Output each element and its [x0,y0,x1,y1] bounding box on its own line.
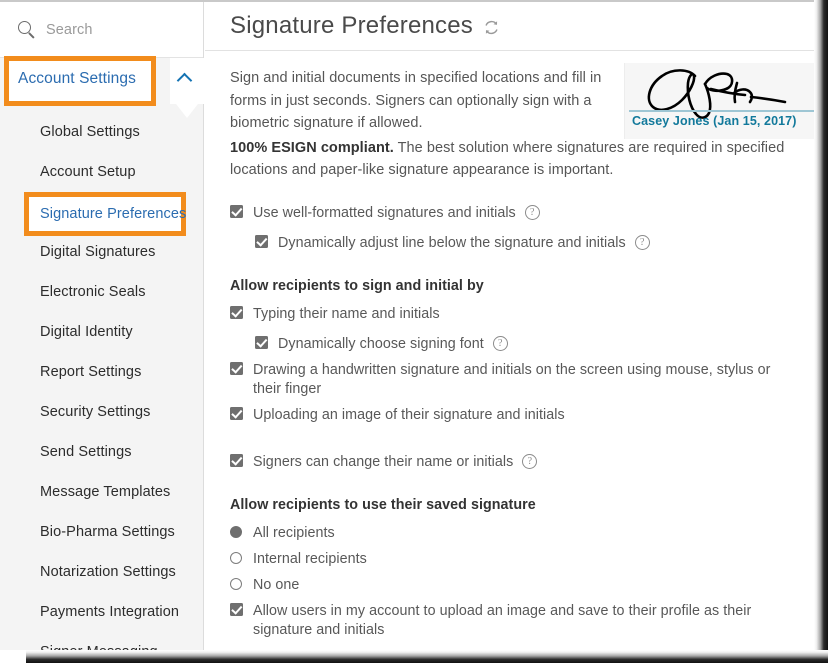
page-title: Signature Preferences [230,12,474,39]
option-drawing-signature[interactable]: Drawing a handwritten signature and init… [230,360,794,399]
sidebar-item-label: Account Setup [40,164,136,180]
option-label: Typing their name and initials [253,305,440,322]
sidebar-item-label: Digital Identity [40,324,133,340]
sidebar-item-payments-integration[interactable]: Payments Integration [0,592,204,632]
option-typing-name[interactable]: Typing their name and initials [230,304,794,324]
sidebar: Search Account Settings Global Settings … [0,2,204,660]
content-panel: Signature Preferences Casey Jones (Jan 1… [205,2,816,650]
group-title-saved-signature: Allow recipients to use their saved sign… [230,496,536,513]
option-label: Signers can change their name or initial… [253,453,514,470]
signature-underline [629,110,816,112]
radio-selected-icon[interactable] [230,525,242,538]
option-label: Uploading an image of their signature an… [253,406,565,423]
option-dynamic-line[interactable]: Dynamically adjust line below the signat… [230,233,794,253]
sidebar-item-send-settings[interactable]: Send Settings [0,432,204,472]
option-label: Drawing a handwritten signature and init… [253,361,771,397]
checkbox-checked-icon[interactable] [230,602,243,616]
refresh-icon[interactable] [483,19,500,36]
chevron-up-icon [176,72,193,89]
window-shadow-bottom [0,650,828,663]
help-icon[interactable]: ? [634,234,650,250]
radio-unselected-icon[interactable] [230,551,242,564]
sidebar-item-electronic-seals[interactable]: Electronic Seals [0,272,204,312]
intro-paragraph-2: 100% ESIGN compliant. The best solution … [230,137,810,182]
sidebar-item-label: Send Settings [40,444,132,460]
sidebar-item-label: Message Templates [40,484,171,500]
help-icon[interactable]: ? [522,453,538,469]
checkbox-checked-icon[interactable] [230,361,243,375]
signature-preview-card: Casey Jones (Jan 15, 2017) [624,63,816,139]
sidebar-item-label: Digital Signatures [40,244,156,260]
signature-name-date: Casey Jones (Jan 15, 2017) [632,114,797,128]
sidebar-item-label: Report Settings [40,364,142,380]
checkbox-checked-icon[interactable] [230,453,243,467]
option-change-name-or-initials[interactable]: Signers can change their name or initial… [230,452,794,472]
checkbox-checked-icon[interactable] [230,305,243,319]
sidebar-item-label: Payments Integration [40,604,180,620]
radio-no-one[interactable]: No one [230,575,794,595]
radio-unselected-icon[interactable] [230,577,242,590]
sidebar-item-label: Electronic Seals [40,284,146,300]
window-shadow-right [814,0,828,663]
radio-label: Internal recipients [253,550,367,567]
option-label: Allow users in my account to upload an i… [253,602,752,638]
search-placeholder: Search [46,21,93,38]
sidebar-item-label: Global Settings [40,124,140,140]
sidebar-item-label: Bio-Pharma Settings [40,524,175,540]
sidebar-item-digital-signatures[interactable]: Digital Signatures [0,232,204,272]
sidebar-section-label[interactable]: Account Settings [18,70,136,88]
help-icon[interactable]: ? [492,335,508,351]
options-block: Use well-formatted signatures and initia… [230,203,794,640]
checkbox-checked-icon[interactable] [230,406,243,420]
radio-all-recipients[interactable]: All recipients [230,523,794,543]
radio-label: No one [253,576,300,593]
sidebar-item-label: Notarization Settings [40,564,176,580]
search-field[interactable]: Search [0,2,203,58]
checkbox-checked-icon[interactable] [255,234,268,248]
help-icon[interactable]: ? [524,204,540,220]
sidebar-item-notarization-settings[interactable]: Notarization Settings [0,552,204,592]
sidebar-item-security-settings[interactable]: Security Settings [0,392,204,432]
page-header: Signature Preferences [205,2,814,51]
option-use-well-formatted[interactable]: Use well-formatted signatures and initia… [230,203,794,223]
radio-label: All recipients [253,524,335,541]
sidebar-item-global-settings[interactable]: Global Settings [0,112,204,152]
settings-body: Casey Jones (Jan 15, 2017) Sign and init… [205,51,816,640]
option-uploading-image[interactable]: Uploading an image of their signature an… [230,405,794,425]
sidebar-item-label: Security Settings [40,404,151,420]
sidebar-item-digital-identity[interactable]: Digital Identity [0,312,204,352]
option-label: Use well-formatted signatures and initia… [253,204,516,221]
sidebar-item-account-setup[interactable]: Account Setup [0,152,204,192]
window-shadow-corner [0,650,26,663]
sidebar-item-report-settings[interactable]: Report Settings [0,352,204,392]
sidebar-collapse-toggle[interactable] [170,58,204,104]
intro-paragraph-1: Sign and initial documents in specified … [230,70,602,131]
sidebar-item-bio-pharma-settings[interactable]: Bio-Pharma Settings [0,512,204,552]
search-icon [18,21,35,39]
window-border-top [0,0,828,2]
sidebar-tab-notch [176,104,198,118]
option-allow-upload-to-profile[interactable]: Allow users in my account to upload an i… [230,601,794,640]
checkbox-checked-icon[interactable] [255,335,268,349]
radio-internal-recipients[interactable]: Internal recipients [230,549,794,569]
option-dynamic-font[interactable]: Dynamically choose signing font ? [230,334,794,354]
group-title-sign-and-initial: Allow recipients to sign and initial by [230,277,484,294]
app-window: Search Account Settings Global Settings … [0,0,828,663]
checkbox-checked-icon[interactable] [230,204,243,218]
option-label: Dynamically adjust line below the signat… [278,234,626,251]
esign-compliant-lead: 100% ESIGN compliant. [230,139,394,156]
sidebar-item-signature-preferences-label[interactable]: Signature Preferences [40,198,186,230]
sidebar-item-message-templates[interactable]: Message Templates [0,472,204,512]
option-label: Dynamically choose signing font [278,335,484,352]
